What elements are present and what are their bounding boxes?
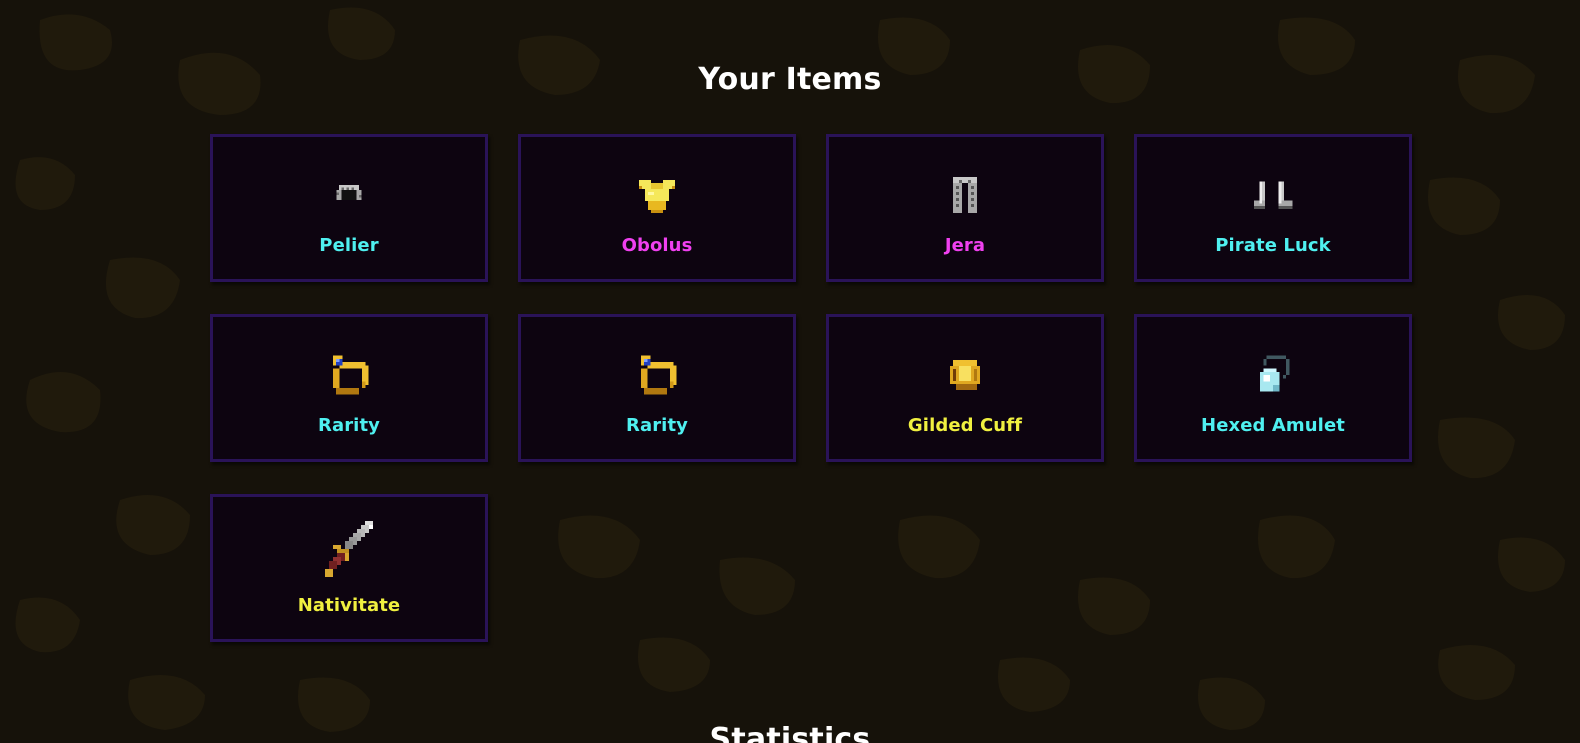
- item-card[interactable]: Nativitate: [210, 494, 488, 642]
- item-card[interactable]: Rarity: [518, 314, 796, 462]
- gold-cuff-icon: [933, 343, 997, 407]
- item-name: Hexed Amulet: [1201, 415, 1345, 436]
- chainmail-leggings-icon: [933, 163, 997, 227]
- item-name: Obolus: [621, 235, 693, 256]
- item-name: Gilded Cuff: [907, 415, 1023, 436]
- pearl-amulet-icon: [1241, 343, 1305, 407]
- sapphire-ring-icon: [625, 343, 689, 407]
- chainmail-helmet-icon: [317, 163, 381, 227]
- item-name: Jera: [944, 235, 986, 256]
- statistics-title: Statistics: [709, 722, 871, 743]
- item-name: Rarity: [318, 415, 380, 436]
- item-card[interactable]: Pelier: [210, 134, 488, 282]
- item-card[interactable]: Jera: [826, 134, 1104, 282]
- item-card[interactable]: Hexed Amulet: [1134, 314, 1412, 462]
- sword-icon: [317, 517, 381, 581]
- item-name: Pelier: [319, 235, 379, 256]
- iron-boots-icon: [1241, 163, 1305, 227]
- item-card[interactable]: Obolus: [518, 134, 796, 282]
- item-name: Rarity: [626, 415, 688, 436]
- gold-chestplate-icon: [625, 163, 689, 227]
- item-card[interactable]: Gilded Cuff: [826, 314, 1104, 462]
- item-card[interactable]: Rarity: [210, 314, 488, 462]
- item-name: Pirate Luck: [1215, 235, 1331, 256]
- sapphire-ring-icon: [317, 343, 381, 407]
- items-title: Your Items: [698, 62, 882, 97]
- item-grid: Pelier Obolus Jera Pirate Luck Rarity Ra…: [210, 134, 1412, 642]
- item-name: Nativitate: [297, 595, 401, 616]
- item-card[interactable]: Pirate Luck: [1134, 134, 1412, 282]
